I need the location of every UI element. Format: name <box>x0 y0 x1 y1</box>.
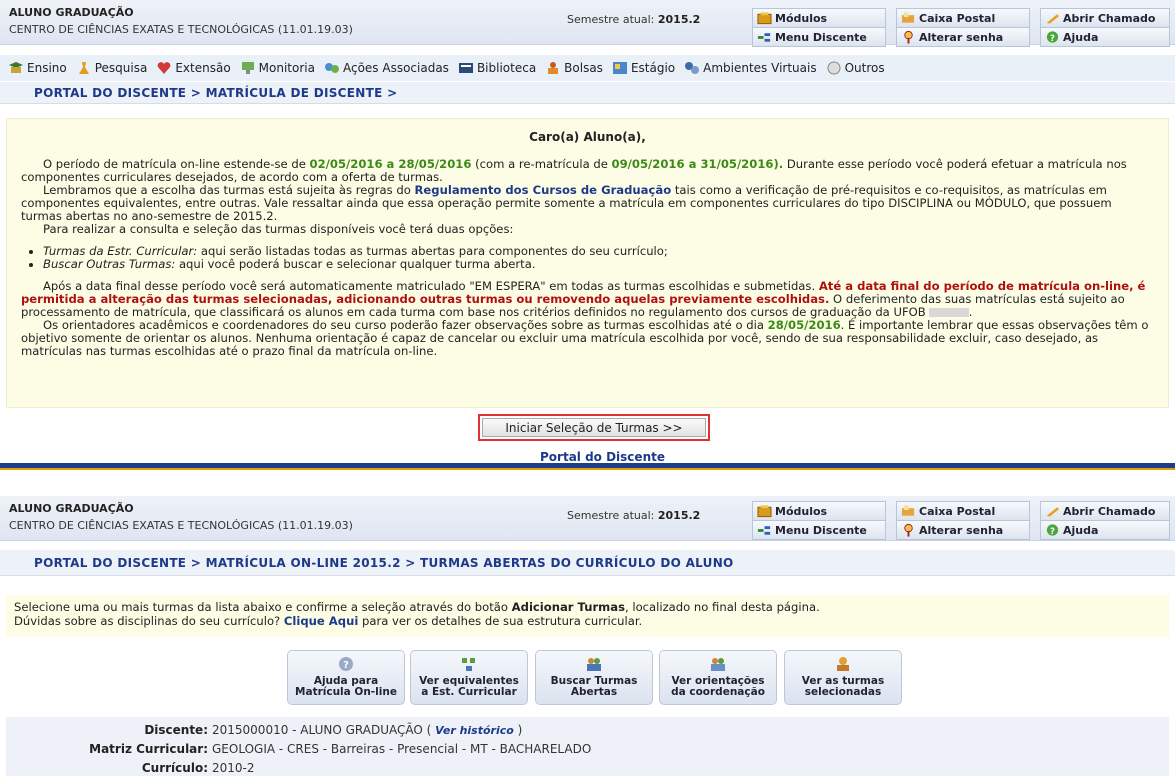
start-selection-button[interactable]: Iniciar Seleção de Turmas >> <box>478 414 710 441</box>
pesquisa-icon <box>78 62 89 74</box>
header-second: ALUNO GRADUAÇÃO CENTRO DE CIÊNCIAS EXATA… <box>0 496 1175 541</box>
help-icon: ? <box>1046 31 1059 43</box>
enrollment-notice: Caro(a) Aluno(a), O período de matrícula… <box>6 118 1169 408</box>
menu-item-outros[interactable]: Outros <box>826 61 885 75</box>
help-icon: ? <box>1046 524 1059 536</box>
caixa-postal-button[interactable]: Caixa Postal <box>896 8 1030 28</box>
regulamento-link[interactable]: Regulamento dos Cursos de Graduação <box>415 183 672 197</box>
modules-icon <box>757 505 772 518</box>
discente-row: Discente: 2015000010 - ALUNO GRADUAÇÃO (… <box>144 723 523 737</box>
mailbox-icon <box>901 12 915 23</box>
selected-classes-icon <box>837 657 849 671</box>
modulos-button[interactable]: Módulos <box>752 8 886 28</box>
orientation-icon <box>711 658 725 671</box>
selection-notice: Selecione uma ou mais turmas da lista ab… <box>6 595 1169 637</box>
estagio-icon <box>612 62 627 74</box>
bolsas-icon <box>548 62 559 74</box>
user-name: ALUNO GRADUAÇÃO <box>9 6 134 19</box>
notice-paragraph-options: Para realizar a consulta e seleção das t… <box>43 222 514 236</box>
ambientes-icon <box>685 62 700 74</box>
semester: Semestre atual: 2015.2 <box>567 509 701 522</box>
extensao-icon <box>157 62 171 74</box>
menu-item-estagio[interactable]: Estágio <box>612 61 675 75</box>
search-classes-icon <box>587 658 601 671</box>
ajuda-button[interactable]: ? Ajuda <box>1040 27 1170 47</box>
svg-text:?: ? <box>1050 526 1055 536</box>
mailbox-icon <box>901 505 915 516</box>
ajuda-button[interactable]: ? Ajuda <box>1040 520 1170 540</box>
ticket-icon <box>1046 14 1060 24</box>
ver-equivalentes-button[interactable]: Ver equivalentes a Est. Curricular <box>410 650 528 705</box>
alterar-senha-button[interactable]: Alterar senha <box>896 520 1030 540</box>
clique-aqui-link[interactable]: Clique Aqui <box>284 614 358 628</box>
menu-discente-icon <box>757 33 771 42</box>
abrir-chamado-button[interactable]: Abrir Chamado <box>1040 8 1170 28</box>
password-icon <box>904 523 913 537</box>
modules-icon <box>757 12 772 25</box>
menu-discente-button[interactable]: Menu Discente <box>752 520 886 540</box>
ver-turmas-selecionadas-button[interactable]: Ver as turmas selecionadas <box>784 650 902 705</box>
notice-paragraph-rules: Lembramos que a escolha das turmas está … <box>21 183 1112 223</box>
menu-item-biblioteca[interactable]: Biblioteca <box>458 61 536 75</box>
help-icon: ? <box>339 657 353 671</box>
svg-text:?: ? <box>1050 33 1055 43</box>
menu-item-ambientes-virtuais[interactable]: Ambientes Virtuais <box>684 61 817 75</box>
menu-item-pesquisa[interactable]: Pesquisa <box>76 61 147 75</box>
user-name: ALUNO GRADUAÇÃO <box>9 502 134 515</box>
curriculo-row: Currículo: 2010-2 <box>141 761 255 775</box>
modulos-button[interactable]: Módulos <box>752 501 886 521</box>
menu-item-extensao[interactable]: Extensão <box>156 61 231 75</box>
screen-divider-accent <box>0 468 1175 470</box>
breadcrumb[interactable]: PORTAL DO DISCENTE > MATRÍCULA ON-LINE 2… <box>0 550 1175 576</box>
ensino-icon <box>9 62 23 73</box>
main-menu: Ensino Pesquisa Extensão Monitoria Ações… <box>0 55 1175 81</box>
menu-discente-icon <box>757 526 771 535</box>
menu-item-ensino[interactable]: Ensino <box>8 61 67 75</box>
ajuda-matricula-button[interactable]: ? Ajuda para Matrícula On-line <box>287 650 405 705</box>
user-center: CENTRO DE CIÊNCIAS EXATAS E TECNOLÓGICAS… <box>9 519 353 532</box>
student-info: Discente: 2015000010 - ALUNO GRADUAÇÃO (… <box>6 717 1169 776</box>
user-center: CENTRO DE CIÊNCIAS EXATAS E TECNOLÓGICAS… <box>9 23 353 36</box>
header-top: ALUNO GRADUAÇÃO CENTRO DE CIÊNCIAS EXATA… <box>0 0 1175 47</box>
matriz-row: Matriz Curricular: GEOLOGIA - CRES - Bar… <box>89 742 592 756</box>
notice-title: Caro(a) Aluno(a), <box>529 130 646 144</box>
menu-discente-button[interactable]: Menu Discente <box>752 27 886 47</box>
ticket-icon <box>1046 507 1060 517</box>
menu-item-monitoria[interactable]: Monitoria <box>240 61 315 75</box>
acoes-icon <box>324 63 339 73</box>
breadcrumb[interactable]: PORTAL DO DISCENTE > MATRÍCULA DE DISCEN… <box>0 82 1175 104</box>
monitoria-icon <box>241 62 254 74</box>
notice-paragraph-period: O período de matrícula on-line estende-s… <box>21 157 1127 184</box>
alterar-senha-button[interactable]: Alterar senha <box>896 27 1030 47</box>
outros-icon <box>827 61 841 75</box>
notice-paragraph-deadline: Após a data final desse período você ser… <box>21 279 1146 319</box>
password-icon <box>904 30 913 44</box>
biblioteca-icon <box>458 63 473 73</box>
menu-item-bolsas[interactable]: Bolsas <box>545 61 603 75</box>
options-list: Turmas da Estr. Curricular: aqui serão l… <box>43 245 1154 271</box>
portal-discente-link[interactable]: Portal do Discente <box>540 450 665 464</box>
menu-item-acoes-associadas[interactable]: Ações Associadas <box>324 61 449 75</box>
buscar-turmas-button[interactable]: Buscar Turmas Abertas <box>535 650 653 705</box>
notice-paragraph-advisors: Os orientadores acadêmicos e coordenador… <box>21 318 1149 358</box>
semester: Semestre atual: 2015.2 <box>567 13 701 26</box>
equivalents-icon <box>462 658 475 671</box>
caixa-postal-button[interactable]: Caixa Postal <box>896 501 1030 521</box>
abrir-chamado-button[interactable]: Abrir Chamado <box>1040 501 1170 521</box>
list-item: Buscar Outras Turmas: aqui você poderá b… <box>43 258 1154 271</box>
ver-historico-link[interactable]: Ver histórico <box>435 724 514 737</box>
svg-text:?: ? <box>343 660 349 671</box>
ver-orientacoes-button[interactable]: Ver orientações da coordenação <box>659 650 777 705</box>
